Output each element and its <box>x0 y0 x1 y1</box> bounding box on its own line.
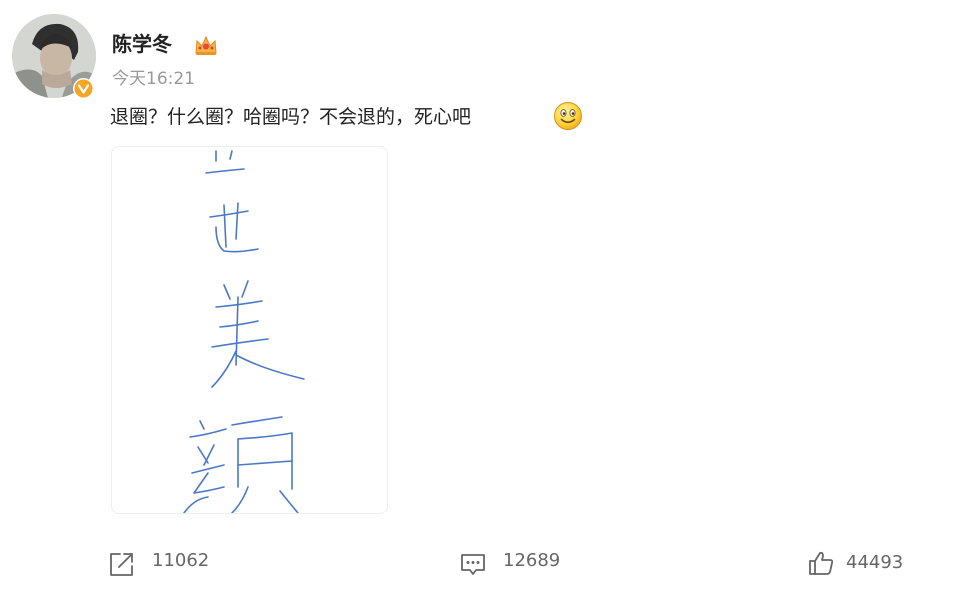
comment-icon[interactable] <box>459 550 487 578</box>
post-image[interactable] <box>111 146 388 514</box>
verified-badge-icon <box>73 78 94 99</box>
post-time[interactable]: 今天16:21 <box>112 68 195 90</box>
thumbs-up-icon[interactable] <box>807 549 835 577</box>
crown-icon[interactable] <box>193 33 219 57</box>
comment-count[interactable]: 12689 <box>503 549 560 573</box>
share-count[interactable]: 11062 <box>152 549 209 573</box>
like-count[interactable]: 44493 <box>846 551 903 575</box>
post-text: 退圈？什么圈？哈圈吗？不会退的，死心吧 <box>110 106 472 128</box>
smile-emoji-icon <box>553 101 583 131</box>
author-name[interactable]: 陈学冬 <box>112 31 172 57</box>
share-icon[interactable] <box>108 550 136 578</box>
handwriting-strokes <box>183 150 305 513</box>
